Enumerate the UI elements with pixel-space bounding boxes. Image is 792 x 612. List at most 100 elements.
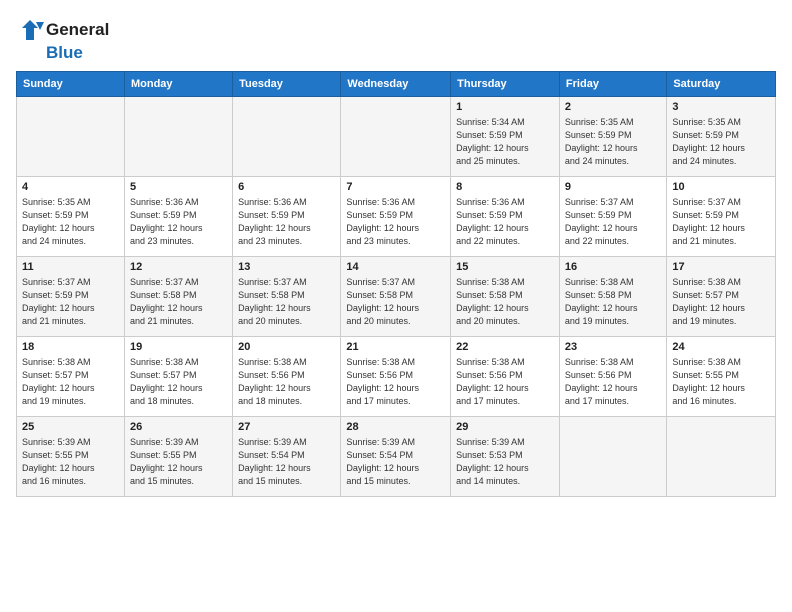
day-info: Sunrise: 5:37 AM Sunset: 5:59 PM Dayligh… bbox=[672, 196, 770, 248]
day-info: Sunrise: 5:37 AM Sunset: 5:58 PM Dayligh… bbox=[238, 276, 335, 328]
day-number: 4 bbox=[22, 181, 119, 193]
day-info: Sunrise: 5:38 AM Sunset: 5:56 PM Dayligh… bbox=[238, 356, 335, 408]
calendar-cell: 16Sunrise: 5:38 AM Sunset: 5:58 PM Dayli… bbox=[559, 256, 666, 336]
day-number: 12 bbox=[130, 261, 227, 273]
day-info: Sunrise: 5:37 AM Sunset: 5:59 PM Dayligh… bbox=[22, 276, 119, 328]
calendar-cell bbox=[124, 96, 232, 176]
day-number: 10 bbox=[672, 181, 770, 193]
weekday-header-row: SundayMondayTuesdayWednesdayThursdayFrid… bbox=[17, 71, 776, 96]
header: General Blue bbox=[16, 16, 776, 63]
calendar-cell bbox=[341, 96, 451, 176]
day-info: Sunrise: 5:34 AM Sunset: 5:59 PM Dayligh… bbox=[456, 116, 554, 168]
day-number: 14 bbox=[346, 261, 445, 273]
calendar-cell: 21 Sunrise: 5:38 AM Sunset: 5:56 PM Dayli… bbox=[341, 336, 451, 416]
day-number: 9 bbox=[565, 181, 661, 193]
calendar-cell: 14 Sunrise: 5:37 AM Sunset: 5:58 PM Dayli… bbox=[341, 256, 451, 336]
calendar-cell: 9 Sunrise: 5:37 AM Sunset: 5:59 PM Daylig… bbox=[559, 176, 666, 256]
day-info: Sunrise: 5:36 AM Sunset: 5:59 PM Dayligh… bbox=[456, 196, 554, 248]
calendar-cell bbox=[559, 416, 666, 496]
calendar-week-2: 4 Sunrise: 5:35 AM Sunset: 5:59 PM Daylig… bbox=[17, 176, 776, 256]
calendar-cell: 15 Sunrise: 5:38 AM Sunset: 5:58 PM Dayli… bbox=[451, 256, 560, 336]
day-info: Sunrise: 5:36 AM Sunset: 5:59 PM Dayligh… bbox=[238, 196, 335, 248]
calendar-cell: 8 Sunrise: 5:36 AM Sunset: 5:59 PM Daylig… bbox=[451, 176, 560, 256]
day-number: 8 bbox=[456, 181, 554, 193]
calendar-cell bbox=[17, 96, 125, 176]
day-info: Sunrise: 5:39 AM Sunset: 5:54 PM Dayligh… bbox=[346, 436, 445, 488]
calendar-cell: 28 Sunrise: 5:39 AM Sunset: 5:54 PM Dayli… bbox=[341, 416, 451, 496]
day-info: Sunrise: 5:35 AM Sunset: 5:59 PM Dayligh… bbox=[565, 116, 661, 168]
calendar-cell: 22 Sunrise: 5:38 AM Sunset: 5:56 PM Dayli… bbox=[451, 336, 560, 416]
calendar-cell: 17Sunrise: 5:38 AM Sunset: 5:57 PM Dayli… bbox=[667, 256, 776, 336]
weekday-header-wednesday: Wednesday bbox=[341, 71, 451, 96]
weekday-header-thursday: Thursday bbox=[451, 71, 560, 96]
day-number: 1 bbox=[456, 101, 554, 113]
day-info: Sunrise: 5:38 AM Sunset: 5:58 PM Dayligh… bbox=[565, 276, 661, 328]
day-number: 18 bbox=[22, 341, 119, 353]
day-info: Sunrise: 5:38 AM Sunset: 5:56 PM Dayligh… bbox=[565, 356, 661, 408]
calendar-cell: 7 Sunrise: 5:36 AM Sunset: 5:59 PM Daylig… bbox=[341, 176, 451, 256]
day-number: 25 bbox=[22, 421, 119, 433]
day-info: Sunrise: 5:39 AM Sunset: 5:54 PM Dayligh… bbox=[238, 436, 335, 488]
day-info: Sunrise: 5:38 AM Sunset: 5:56 PM Dayligh… bbox=[456, 356, 554, 408]
logo-text: General Blue bbox=[16, 16, 109, 63]
day-number: 5 bbox=[130, 181, 227, 193]
calendar-cell bbox=[233, 96, 341, 176]
day-info: Sunrise: 5:37 AM Sunset: 5:58 PM Dayligh… bbox=[346, 276, 445, 328]
day-info: Sunrise: 5:38 AM Sunset: 5:56 PM Dayligh… bbox=[346, 356, 445, 408]
calendar-cell: 10 Sunrise: 5:37 AM Sunset: 5:59 PM Dayli… bbox=[667, 176, 776, 256]
calendar-cell: 19 Sunrise: 5:38 AM Sunset: 5:57 PM Dayli… bbox=[124, 336, 232, 416]
day-info: Sunrise: 5:38 AM Sunset: 5:55 PM Dayligh… bbox=[672, 356, 770, 408]
calendar-cell: 27 Sunrise: 5:39 AM Sunset: 5:54 PM Dayli… bbox=[233, 416, 341, 496]
day-info: Sunrise: 5:35 AM Sunset: 5:59 PM Dayligh… bbox=[22, 196, 119, 248]
day-number: 28 bbox=[346, 421, 445, 433]
logo-blue: Blue bbox=[46, 44, 83, 63]
day-info: Sunrise: 5:39 AM Sunset: 5:55 PM Dayligh… bbox=[130, 436, 227, 488]
day-number: 27 bbox=[238, 421, 335, 433]
day-number: 6 bbox=[238, 181, 335, 193]
day-info: Sunrise: 5:36 AM Sunset: 5:59 PM Dayligh… bbox=[346, 196, 445, 248]
day-number: 11 bbox=[22, 261, 119, 273]
day-info: Sunrise: 5:39 AM Sunset: 5:53 PM Dayligh… bbox=[456, 436, 554, 488]
day-number: 23 bbox=[565, 341, 661, 353]
day-info: Sunrise: 5:36 AM Sunset: 5:59 PM Dayligh… bbox=[130, 196, 227, 248]
day-info: Sunrise: 5:38 AM Sunset: 5:57 PM Dayligh… bbox=[130, 356, 227, 408]
calendar-cell: 26Sunrise: 5:39 AM Sunset: 5:55 PM Dayli… bbox=[124, 416, 232, 496]
day-number: 15 bbox=[456, 261, 554, 273]
calendar-cell: 4 Sunrise: 5:35 AM Sunset: 5:59 PM Daylig… bbox=[17, 176, 125, 256]
calendar-cell bbox=[667, 416, 776, 496]
day-info: Sunrise: 5:38 AM Sunset: 5:57 PM Dayligh… bbox=[672, 276, 770, 328]
day-number: 13 bbox=[238, 261, 335, 273]
day-number: 21 bbox=[346, 341, 445, 353]
calendar-cell: 3 Sunrise: 5:35 AM Sunset: 5:59 PM Daylig… bbox=[667, 96, 776, 176]
weekday-header-tuesday: Tuesday bbox=[233, 71, 341, 96]
calendar-cell: 6 Sunrise: 5:36 AM Sunset: 5:59 PM Daylig… bbox=[233, 176, 341, 256]
calendar-cell: 11 Sunrise: 5:37 AM Sunset: 5:59 PM Dayli… bbox=[17, 256, 125, 336]
weekday-header-monday: Monday bbox=[124, 71, 232, 96]
logo: General Blue bbox=[16, 16, 109, 63]
day-info: Sunrise: 5:35 AM Sunset: 5:59 PM Dayligh… bbox=[672, 116, 770, 168]
day-number: 7 bbox=[346, 181, 445, 193]
calendar-week-1: 1 Sunrise: 5:34 AM Sunset: 5:59 PM Daylig… bbox=[17, 96, 776, 176]
calendar-cell: 12 Sunrise: 5:37 AM Sunset: 5:58 PM Dayli… bbox=[124, 256, 232, 336]
day-number: 20 bbox=[238, 341, 335, 353]
calendar-table: SundayMondayTuesdayWednesdayThursdayFrid… bbox=[16, 71, 776, 497]
day-info: Sunrise: 5:37 AM Sunset: 5:59 PM Dayligh… bbox=[565, 196, 661, 248]
weekday-header-saturday: Saturday bbox=[667, 71, 776, 96]
day-number: 3 bbox=[672, 101, 770, 113]
day-number: 2 bbox=[565, 101, 661, 113]
calendar-cell: 18 Sunrise: 5:38 AM Sunset: 5:57 PM Dayli… bbox=[17, 336, 125, 416]
day-number: 19 bbox=[130, 341, 227, 353]
day-info: Sunrise: 5:38 AM Sunset: 5:58 PM Dayligh… bbox=[456, 276, 554, 328]
logo-general: General bbox=[46, 21, 109, 40]
calendar-cell: 23 Sunrise: 5:38 AM Sunset: 5:56 PM Dayli… bbox=[559, 336, 666, 416]
calendar-cell: 1 Sunrise: 5:34 AM Sunset: 5:59 PM Daylig… bbox=[451, 96, 560, 176]
weekday-header-friday: Friday bbox=[559, 71, 666, 96]
logo-bird-icon bbox=[16, 16, 44, 44]
day-info: Sunrise: 5:37 AM Sunset: 5:58 PM Dayligh… bbox=[130, 276, 227, 328]
calendar-cell: 2 Sunrise: 5:35 AM Sunset: 5:59 PM Daylig… bbox=[559, 96, 666, 176]
calendar-week-4: 18 Sunrise: 5:38 AM Sunset: 5:57 PM Dayli… bbox=[17, 336, 776, 416]
calendar-cell: 13 Sunrise: 5:37 AM Sunset: 5:58 PM Dayli… bbox=[233, 256, 341, 336]
day-number: 22 bbox=[456, 341, 554, 353]
calendar-cell: 25Sunrise: 5:39 AM Sunset: 5:55 PM Dayli… bbox=[17, 416, 125, 496]
day-info: Sunrise: 5:38 AM Sunset: 5:57 PM Dayligh… bbox=[22, 356, 119, 408]
